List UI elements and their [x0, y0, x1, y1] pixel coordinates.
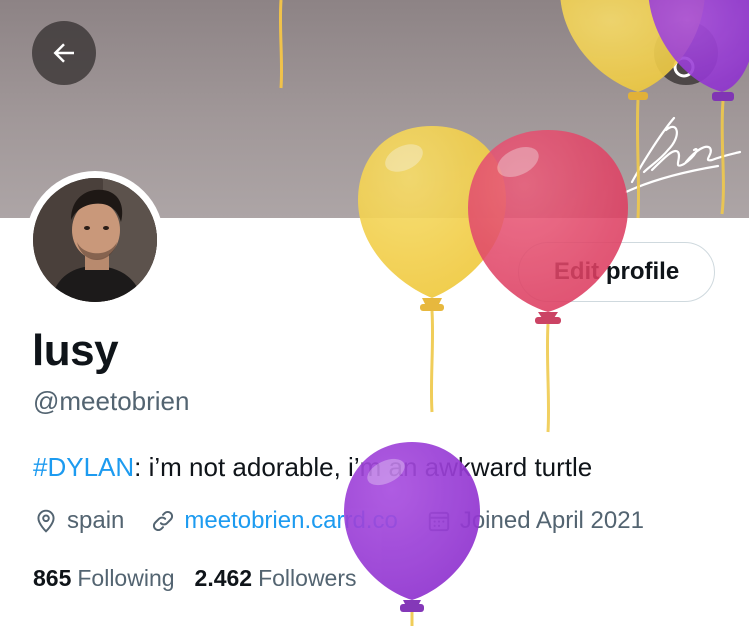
following-count: 865	[33, 565, 72, 591]
search-icon	[673, 56, 695, 78]
profile-meta-row: spain meetobrien.carrd.co Joined April 2…	[33, 505, 644, 537]
edit-profile-button[interactable]: Edit profile	[518, 242, 715, 302]
back-button[interactable]	[32, 21, 96, 85]
link-icon	[153, 510, 174, 532]
location-text: spain	[67, 507, 125, 534]
joined-date: Joined April 2021	[459, 507, 644, 534]
display-name: lusy	[32, 326, 119, 375]
following-label: Following	[77, 565, 175, 591]
location-item: spain	[33, 505, 124, 537]
avatar[interactable]	[33, 178, 157, 302]
followers-stat[interactable]: 2.462 Followers	[195, 562, 357, 594]
followers-label: Followers	[258, 565, 357, 591]
bio-hashtag-link[interactable]: #DYLAN	[33, 452, 134, 482]
arrow-left-icon	[53, 43, 74, 63]
website-item: meetobrien.carrd.co	[150, 505, 398, 537]
joined-item: Joined April 2021	[426, 505, 644, 537]
followers-count: 2.462	[194, 565, 253, 591]
bio-text: : i’m not adorable, i’m an awkward turtl…	[134, 452, 593, 482]
location-pin-icon	[37, 509, 55, 533]
search-button[interactable]	[654, 21, 718, 85]
calendar-icon	[428, 511, 449, 532]
follow-stats: 865 Following 2.462 Followers	[33, 562, 377, 594]
username-handle: @meetobrien	[33, 386, 190, 416]
website-link[interactable]: meetobrien.carrd.co	[184, 505, 397, 537]
following-stat[interactable]: 865 Following	[33, 562, 175, 594]
signature-graphic	[624, 116, 742, 194]
avatar-photo	[33, 178, 157, 302]
profile-bio: #DYLAN: i’m not adorable, i’m an awkward…	[33, 451, 592, 483]
